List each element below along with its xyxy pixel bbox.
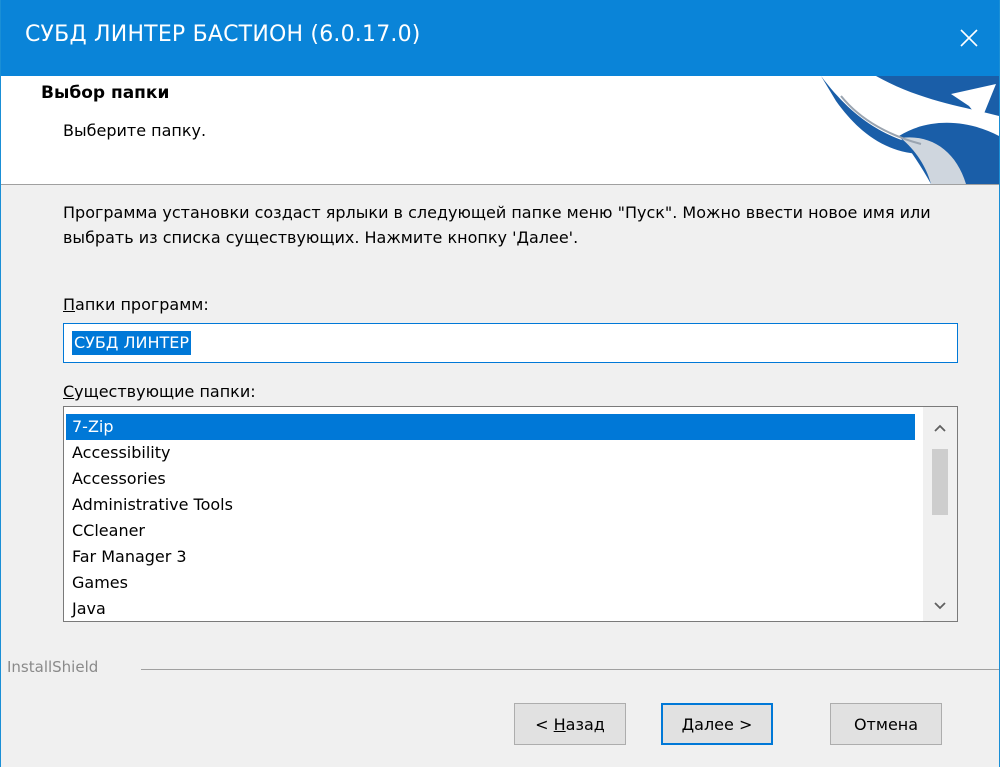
list-item[interactable]: 7-Zip (66, 414, 915, 440)
description-text: Программа установки создаст ярлыки в сле… (63, 203, 931, 247)
cancel-button[interactable]: Отмена (830, 703, 942, 745)
list-item[interactable]: CCleaner (66, 518, 915, 544)
close-button[interactable] (945, 14, 993, 62)
title-bar[interactable]: СУБД ЛИНТЕР БАСТИОН (6.0.17.0) (1, 0, 999, 76)
page-subtitle: Выберите папку. (63, 121, 207, 140)
window-title: СУБД ЛИНТЕР БАСТИОН (6.0.17.0) (25, 22, 421, 47)
divider (141, 669, 999, 670)
program-folder-label: Папки программ: (63, 295, 209, 314)
existing-folders-list[interactable]: 7-Zip Accessibility Accessories Administ… (63, 406, 958, 622)
list-item[interactable]: Administrative Tools (66, 492, 915, 518)
existing-folders-label: Существующие папки: (63, 382, 256, 401)
list-item[interactable]: Java (66, 596, 915, 621)
list-item[interactable]: Games (66, 570, 915, 596)
scrollbar-thumb[interactable] (932, 449, 948, 515)
program-folder-value: СУБД ЛИНТЕР (72, 331, 192, 355)
chevron-up-icon (934, 424, 946, 432)
scroll-down-button[interactable] (923, 591, 957, 621)
list-item[interactable]: Accessories (66, 466, 915, 492)
next-button[interactable]: Далее > (661, 703, 773, 745)
installer-logo (811, 76, 999, 184)
list-item[interactable]: Far Manager 3 (66, 544, 915, 570)
installer-window: СУБД ЛИНТЕР БАСТИОН (6.0.17.0) Выбор пап… (0, 0, 1000, 767)
back-button[interactable]: < Назад (514, 703, 626, 745)
chevron-down-icon (934, 602, 946, 610)
page-title: Выбор папки (41, 83, 170, 103)
list-item[interactable]: Accessibility (66, 440, 915, 466)
scroll-up-button[interactable] (923, 413, 957, 443)
list-scrollbar[interactable] (923, 407, 957, 621)
installshield-brand: InstallShield (7, 658, 99, 676)
program-folder-input[interactable]: СУБД ЛИНТЕР (63, 323, 958, 363)
close-icon (960, 29, 978, 47)
